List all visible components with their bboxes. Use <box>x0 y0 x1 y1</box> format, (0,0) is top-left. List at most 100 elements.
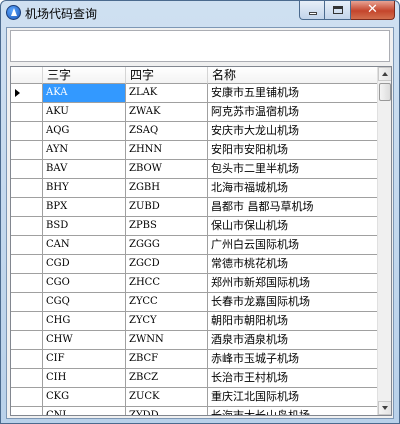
cell-iata-code[interactable]: CHW <box>43 331 126 350</box>
cell-iata-code[interactable]: CGO <box>43 274 126 293</box>
cell-iata-code[interactable]: CGQ <box>43 293 126 312</box>
row-header[interactable] <box>11 236 43 255</box>
table-row[interactable]: BHY ZGBH 北海市福城机场 <box>11 179 379 198</box>
cell-airport-name[interactable]: 常德市桃花机场 <box>208 255 379 274</box>
table-row[interactable]: BAV ZBOW 包头市二里半机场 <box>11 160 379 179</box>
table-row[interactable]: AKU ZWAK 阿克苏市温宿机场 <box>11 103 379 122</box>
table-row[interactable]: CIH ZBCZ 长治市王村机场 <box>11 369 379 388</box>
row-header[interactable] <box>11 217 43 236</box>
cell-iata-code[interactable]: CIF <box>43 350 126 369</box>
table-row[interactable]: CKG ZUCK 重庆江北国际机场 <box>11 388 379 407</box>
row-header[interactable] <box>11 312 43 331</box>
row-header-corner[interactable] <box>11 67 43 84</box>
cell-icao-code[interactable]: ZLAK <box>126 84 208 103</box>
cell-icao-code[interactable]: ZBCZ <box>126 369 208 388</box>
row-header[interactable] <box>11 407 43 415</box>
cell-iata-code[interactable]: CGD <box>43 255 126 274</box>
scroll-down-button[interactable] <box>378 401 391 415</box>
cell-icao-code[interactable]: ZPBS <box>126 217 208 236</box>
cell-iata-code[interactable]: AKA <box>43 84 126 103</box>
cell-airport-name[interactable]: 保山市保山机场 <box>208 217 379 236</box>
table-row[interactable]: BSD ZPBS 保山市保山机场 <box>11 217 379 236</box>
cell-airport-name[interactable]: 安康市五里铺机场 <box>208 84 379 103</box>
cell-iata-code[interactable]: AQG <box>43 122 126 141</box>
cell-iata-code[interactable]: BAV <box>43 160 126 179</box>
column-header-icao[interactable]: 四字 <box>126 67 208 84</box>
cell-airport-name[interactable]: 安阳市安阳机场 <box>208 141 379 160</box>
cell-icao-code[interactable]: ZBCF <box>126 350 208 369</box>
cell-icao-code[interactable]: ZUCK <box>126 388 208 407</box>
column-header-name[interactable]: 名称 <box>208 67 379 84</box>
cell-airport-name[interactable]: 昌都市 昌都马草机场 <box>208 198 379 217</box>
cell-airport-name[interactable]: 长治市王村机场 <box>208 369 379 388</box>
cell-icao-code[interactable]: ZYDD <box>126 407 208 415</box>
cell-iata-code[interactable]: CNI <box>43 407 126 415</box>
cell-airport-name[interactable]: 酒泉市酒泉机场 <box>208 331 379 350</box>
table-row[interactable]: CGD ZGCD 常德市桃花机场 <box>11 255 379 274</box>
close-button[interactable]: ✕ <box>351 1 395 20</box>
cell-icao-code[interactable]: ZWNN <box>126 331 208 350</box>
cell-iata-code[interactable]: BSD <box>43 217 126 236</box>
row-header[interactable] <box>11 84 43 103</box>
table-row[interactable]: AKA ZLAK 安康市五里铺机场 <box>11 84 379 103</box>
table-row[interactable]: CHG ZYCY 朝阳市朝阳机场 <box>11 312 379 331</box>
cell-iata-code[interactable]: BHY <box>43 179 126 198</box>
cell-airport-name[interactable]: 阿克苏市温宿机场 <box>208 103 379 122</box>
cell-airport-name[interactable]: 广州白云国际机场 <box>208 236 379 255</box>
row-header[interactable] <box>11 179 43 198</box>
cell-airport-name[interactable]: 长海市大长山岛机场 <box>208 407 379 415</box>
cell-icao-code[interactable]: ZGCD <box>126 255 208 274</box>
cell-airport-name[interactable]: 赤峰市玉城子机场 <box>208 350 379 369</box>
table-row[interactable]: AQG ZSAQ 安庆市大龙山机场 <box>11 122 379 141</box>
minimize-button[interactable] <box>299 1 325 20</box>
table-row[interactable]: CHW ZWNN 酒泉市酒泉机场 <box>11 331 379 350</box>
title-bar[interactable]: 机场代码查询 ✕ <box>1 1 399 23</box>
row-header[interactable] <box>11 255 43 274</box>
cell-airport-name[interactable]: 北海市福城机场 <box>208 179 379 198</box>
cell-icao-code[interactable]: ZHCC <box>126 274 208 293</box>
row-header[interactable] <box>11 293 43 312</box>
row-header[interactable] <box>11 369 43 388</box>
scroll-up-button[interactable] <box>378 67 391 81</box>
cell-iata-code[interactable]: CHG <box>43 312 126 331</box>
cell-icao-code[interactable]: ZBOW <box>126 160 208 179</box>
cell-icao-code[interactable]: ZYCY <box>126 312 208 331</box>
row-header[interactable] <box>11 198 43 217</box>
scroll-thumb[interactable] <box>379 83 391 101</box>
table-row[interactable]: BPX ZUBD 昌都市 昌都马草机场 <box>11 198 379 217</box>
cell-iata-code[interactable]: AYN <box>43 141 126 160</box>
row-header[interactable] <box>11 388 43 407</box>
row-header[interactable] <box>11 274 43 293</box>
cell-airport-name[interactable]: 重庆江北国际机场 <box>208 388 379 407</box>
table-row[interactable]: CGO ZHCC 郑州市新郑国际机场 <box>11 274 379 293</box>
table-row[interactable]: CGQ ZYCC 长春市龙嘉国际机场 <box>11 293 379 312</box>
cell-icao-code[interactable]: ZYCC <box>126 293 208 312</box>
cell-airport-name[interactable]: 朝阳市朝阳机场 <box>208 312 379 331</box>
row-header[interactable] <box>11 103 43 122</box>
search-input[interactable] <box>10 30 390 62</box>
table-row[interactable]: CIF ZBCF 赤峰市玉城子机场 <box>11 350 379 369</box>
cell-icao-code[interactable]: ZHNN <box>126 141 208 160</box>
table-row[interactable]: AYN ZHNN 安阳市安阳机场 <box>11 141 379 160</box>
cell-icao-code[interactable]: ZSAQ <box>126 122 208 141</box>
cell-icao-code[interactable]: ZUBD <box>126 198 208 217</box>
table-row[interactable]: CNIZYDD长海市大长山岛机场 <box>11 407 379 415</box>
table-row[interactable]: CAN ZGGG 广州白云国际机场 <box>11 236 379 255</box>
airport-code-grid[interactable]: 三字 四字 名称 AKA ZLAK 安康市五里铺机场 AKU ZWAK 阿克苏市温宿机场 A… <box>10 66 392 416</box>
cell-airport-name[interactable]: 郑州市新郑国际机场 <box>208 274 379 293</box>
row-header[interactable] <box>11 331 43 350</box>
column-header-iata[interactable]: 三字 <box>43 67 126 84</box>
row-header[interactable] <box>11 350 43 369</box>
cell-iata-code[interactable]: AKU <box>43 103 126 122</box>
cell-icao-code[interactable]: ZWAK <box>126 103 208 122</box>
vertical-scrollbar[interactable] <box>377 67 391 415</box>
cell-iata-code[interactable]: CAN <box>43 236 126 255</box>
row-header[interactable] <box>11 160 43 179</box>
cell-icao-code[interactable]: ZGGG <box>126 236 208 255</box>
cell-iata-code[interactable]: BPX <box>43 198 126 217</box>
maximize-button[interactable] <box>325 1 351 20</box>
cell-iata-code[interactable]: CKG <box>43 388 126 407</box>
row-header[interactable] <box>11 122 43 141</box>
cell-airport-name[interactable]: 长春市龙嘉国际机场 <box>208 293 379 312</box>
cell-icao-code[interactable]: ZGBH <box>126 179 208 198</box>
